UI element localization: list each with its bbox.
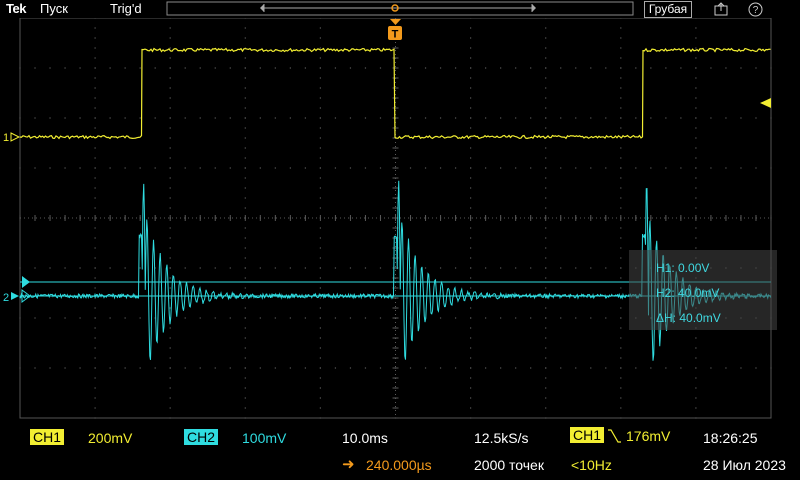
trigger-level: 176mV (626, 428, 671, 444)
record-view-bar (166, 1, 634, 16)
help-icon[interactable]: ? (748, 2, 763, 17)
readout-bar: CH1 200mV CH2 100mV 10.0ms ➜ 240.000µs 1… (0, 420, 800, 480)
ch1-ground-marker[interactable]: 1 (3, 132, 21, 144)
status-bar: Tek Пуск Trig'd Грубая ? (0, 0, 800, 18)
cursor-h2-readout: H2: 40.0mV (656, 286, 720, 300)
trigger-frequency: <10Hz (571, 457, 612, 473)
falling-edge-icon (608, 429, 621, 443)
run-state[interactable]: Пуск (40, 1, 68, 16)
tek-logo: Tek (6, 1, 26, 16)
svg-text:1: 1 (3, 132, 9, 144)
ch2-scale: 100mV (242, 430, 287, 446)
acquire-mode-button[interactable]: Грубая (644, 1, 692, 18)
svg-text:2: 2 (3, 292, 9, 304)
waveform-display[interactable]: T 1 2 (0, 18, 800, 420)
horizontal-delay[interactable]: 240.000µs (366, 457, 432, 473)
svg-text:?: ? (753, 5, 759, 16)
trigger-source-badge[interactable]: CH1 (570, 427, 605, 443)
clock-time: 18:26:25 (703, 430, 758, 446)
ch1-badge[interactable]: CH1 (30, 429, 65, 445)
timebase-scale[interactable]: 10.0ms (342, 430, 388, 446)
cursor-h1-readout: H1: 0.00V (656, 261, 710, 275)
sample-rate: 12.5kS/s (474, 430, 529, 446)
delay-arrow-icon: ➜ (342, 456, 355, 473)
ch1-scale: 200mV (88, 430, 133, 446)
clock-date: 28 Июл 2023 (703, 457, 786, 473)
ch2-badge[interactable]: CH2 (184, 429, 219, 445)
trigger-status: Trig'd (110, 1, 142, 16)
save-icon[interactable] (714, 2, 730, 16)
record-length: 2000 точек (474, 457, 544, 473)
cursor-delta-readout: ΔH: 40.0mV (656, 311, 721, 325)
svg-text:T: T (392, 29, 399, 41)
